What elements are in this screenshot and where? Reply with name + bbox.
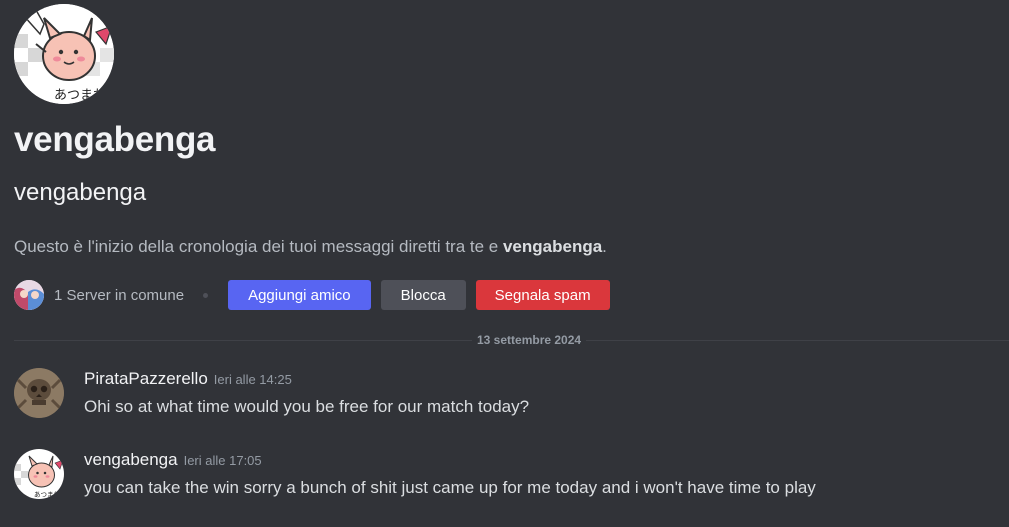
mutual-server-icon[interactable] bbox=[14, 280, 44, 310]
message-timestamp: Ieri alle 14:25 bbox=[213, 372, 292, 387]
message-header: PirataPazzerello Ieri alle 14:25 bbox=[84, 368, 292, 391]
kirby-clefairy-avatar-icon: あつまれ bbox=[14, 4, 114, 104]
svg-text:あつまれ: あつまれ bbox=[34, 491, 61, 499]
profile-display-name: vengabenga bbox=[14, 120, 216, 159]
message-timestamp: Ieri alle 17:05 bbox=[183, 453, 262, 468]
svg-text:あつまれ: あつまれ bbox=[54, 88, 106, 103]
report-spam-button[interactable]: Segnala spam bbox=[475, 280, 610, 310]
skull-avatar-icon bbox=[14, 368, 64, 418]
message-avatar[interactable] bbox=[14, 368, 64, 418]
profile-avatar[interactable]: あつまれ bbox=[14, 4, 114, 104]
dm-channel-view: あつまれ vengabenga vengabenga Questo è l'in… bbox=[0, 0, 1009, 527]
mutual-servers-link[interactable]: 1 Server in comune bbox=[54, 287, 184, 304]
message-author[interactable]: PirataPazzerello bbox=[84, 369, 208, 388]
intro-suffix: . bbox=[602, 237, 607, 256]
intro-prefix: Questo è l'inizio della cronologia dei t… bbox=[14, 237, 503, 256]
message-header: vengabenga Ieri alle 17:05 bbox=[84, 449, 262, 472]
dm-intro-text: Questo è l'inizio della cronologia dei t… bbox=[14, 236, 607, 258]
anime-server-icon bbox=[14, 280, 44, 310]
message-content: Ohi so at what time would you be free fo… bbox=[84, 397, 530, 416]
separator-dot bbox=[203, 292, 209, 298]
add-friend-button[interactable]: Aggiungi amico bbox=[228, 280, 371, 310]
message-author[interactable]: vengabenga bbox=[84, 450, 178, 469]
message-avatar[interactable]: あつまれ bbox=[14, 449, 64, 499]
profile-actions-row: 1 Server in comune Aggiungi amico Blocca… bbox=[14, 280, 610, 310]
message-content: you can take the win sorry a bunch of sh… bbox=[84, 478, 816, 497]
intro-username: vengabenga bbox=[502, 237, 603, 256]
kirby-clefairy-avatar-icon: あつまれ bbox=[14, 449, 64, 499]
date-divider-label: 13 settembre 2024 bbox=[472, 332, 587, 348]
block-button[interactable]: Blocca bbox=[380, 280, 466, 310]
profile-username: vengabenga bbox=[14, 179, 147, 206]
